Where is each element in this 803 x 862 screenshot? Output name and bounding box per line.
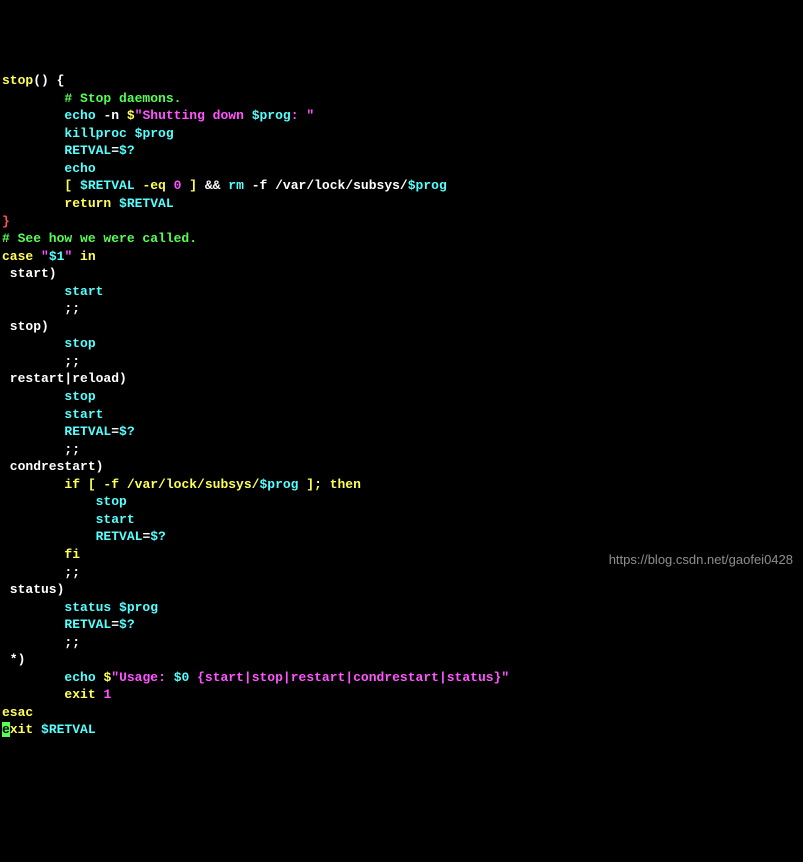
brace: } bbox=[2, 214, 10, 229]
keyword: fi bbox=[64, 547, 80, 562]
text: ;; bbox=[64, 301, 80, 316]
keyword: esac bbox=[2, 705, 33, 720]
string: "Usage: bbox=[111, 670, 173, 685]
var: $prog bbox=[252, 108, 291, 123]
cmd: echo bbox=[64, 670, 95, 685]
text: && bbox=[205, 178, 228, 193]
text: ]; bbox=[298, 477, 329, 492]
var: $0 bbox=[174, 670, 190, 685]
case-label: restart|reload) bbox=[2, 371, 127, 386]
text: ] bbox=[181, 178, 204, 193]
text: $ bbox=[127, 108, 135, 123]
text: = bbox=[111, 617, 119, 632]
string: " bbox=[64, 249, 80, 264]
cmd: stop bbox=[64, 336, 95, 351]
case-label: status) bbox=[2, 582, 64, 597]
text: -f bbox=[244, 178, 275, 193]
string: "Shutting down bbox=[135, 108, 252, 123]
keyword: if bbox=[64, 477, 80, 492]
keyword: in bbox=[80, 249, 96, 264]
text: $ bbox=[103, 670, 111, 685]
cursor: e bbox=[2, 722, 10, 737]
keyword: then bbox=[330, 477, 361, 492]
text: ;; bbox=[64, 442, 80, 457]
keyword: xit bbox=[10, 722, 41, 737]
cmd: killproc bbox=[64, 126, 134, 141]
number: 1 bbox=[96, 687, 112, 702]
var: $1 bbox=[49, 249, 65, 264]
cmd: start bbox=[64, 407, 103, 422]
keyword: case bbox=[2, 249, 33, 264]
text: = bbox=[111, 424, 119, 439]
cmd: start bbox=[96, 512, 135, 527]
code-editor: stop() { # Stop daemons. echo -n $"Shutt… bbox=[2, 72, 801, 739]
text: -eq bbox=[135, 178, 174, 193]
case-label: condrestart) bbox=[2, 459, 103, 474]
text: ;; bbox=[64, 354, 80, 369]
keyword: return bbox=[64, 196, 119, 211]
text: -n bbox=[96, 108, 127, 123]
string: : " bbox=[291, 108, 314, 123]
var: $prog bbox=[408, 178, 447, 193]
var: $prog bbox=[135, 126, 174, 141]
var: $? bbox=[119, 617, 135, 632]
var: $? bbox=[150, 529, 166, 544]
comment: # See how we were called. bbox=[2, 231, 197, 246]
var: $? bbox=[119, 424, 135, 439]
var: RETVAL bbox=[64, 617, 111, 632]
text: ;; bbox=[64, 565, 80, 580]
var: $prog bbox=[119, 600, 158, 615]
cmd: echo bbox=[64, 108, 95, 123]
watermark: https://blog.csdn.net/gaofei0428 bbox=[609, 551, 793, 569]
text: ;; bbox=[64, 635, 80, 650]
var: RETVAL bbox=[64, 424, 111, 439]
keyword: exit bbox=[64, 687, 95, 702]
cmd: stop bbox=[96, 494, 127, 509]
var: $prog bbox=[259, 477, 298, 492]
string: " bbox=[33, 249, 49, 264]
var: RETVAL bbox=[96, 529, 143, 544]
case-label: stop) bbox=[2, 319, 49, 334]
case-label: start) bbox=[2, 266, 57, 281]
cmd: rm bbox=[228, 178, 244, 193]
keyword: stop bbox=[2, 73, 33, 88]
var: $RETVAL bbox=[119, 196, 174, 211]
cmd: status bbox=[64, 600, 119, 615]
comment: # Stop daemons. bbox=[64, 91, 181, 106]
var: $RETVAL bbox=[41, 722, 96, 737]
text: = bbox=[111, 143, 119, 158]
var: $RETVAL bbox=[80, 178, 135, 193]
text: [ bbox=[64, 178, 80, 193]
var: RETVAL bbox=[64, 143, 111, 158]
case-label: *) bbox=[2, 652, 25, 667]
text bbox=[96, 670, 104, 685]
cmd: echo bbox=[64, 161, 95, 176]
text: [ -f /var/lock/subsys/ bbox=[80, 477, 259, 492]
cmd: stop bbox=[64, 389, 95, 404]
text: () { bbox=[33, 73, 64, 88]
var: $? bbox=[119, 143, 135, 158]
string: {start|stop|restart|condrestart|status}" bbox=[189, 670, 509, 685]
path: /var/lock/subsys/ bbox=[275, 178, 408, 193]
cmd: start bbox=[64, 284, 103, 299]
